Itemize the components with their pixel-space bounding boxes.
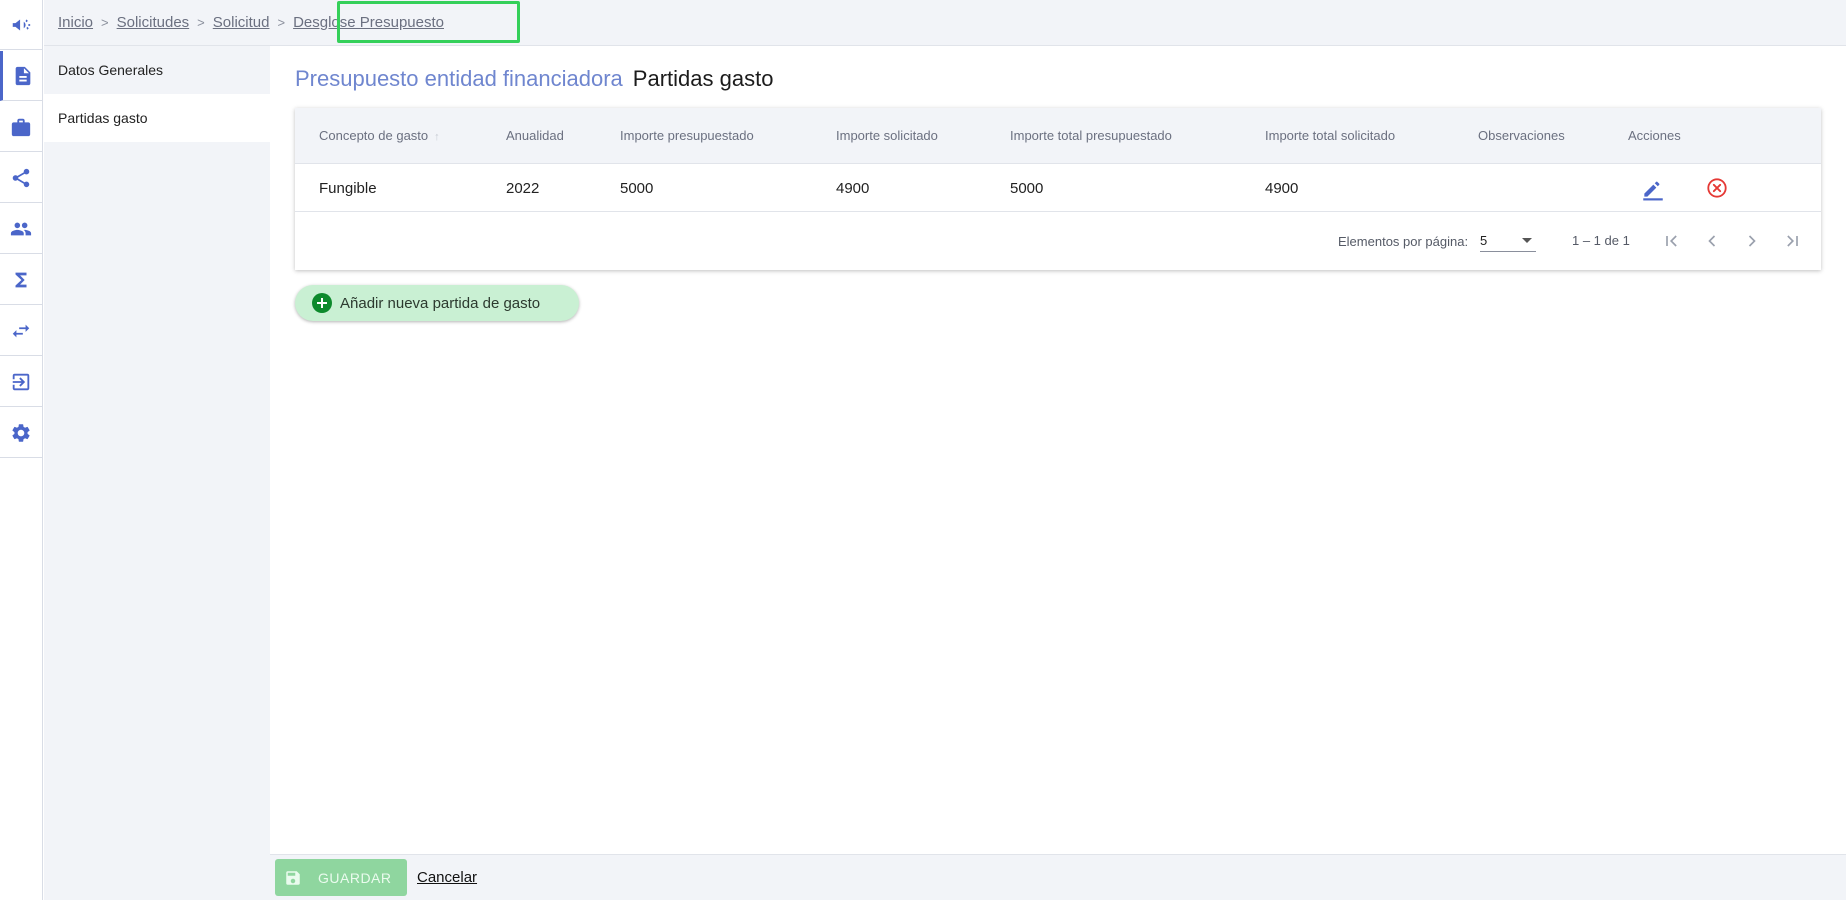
close-circle-icon [1707,178,1727,198]
people-icon [10,222,32,235]
column-header-concepto[interactable]: Concepto de gasto ↑ [319,128,440,143]
chevron-right-icon: > [101,15,109,30]
rail-item-announcements[interactable] [0,0,42,50]
section-nav: Datos Generales Partidas gasto [44,46,270,900]
document-icon [15,66,30,85]
nav-item-datos-generales[interactable]: Datos Generales [44,46,270,94]
rail-item-settings[interactable] [0,408,42,458]
column-header-total-solicitado: Importe total solicitado [1265,128,1396,143]
column-header-anualidad: Anualidad [506,128,564,143]
column-header-importe-presupuestado: Importe presupuestado [620,128,754,143]
column-header-total-presupuestado: Importe total presupuestado [1010,128,1172,143]
previous-page-button[interactable] [1700,229,1724,253]
swap-arrows-icon [12,324,30,337]
first-page-icon [1666,235,1677,247]
partidas-table: Concepto de gasto ↑ Anualidad Importe pre… [295,108,1821,270]
dropdown-arrow-icon [1522,238,1532,243]
sort-arrow-icon: ↑ [434,131,440,143]
edit-button[interactable] [1639,174,1667,202]
main-content: Presupuesto entidad financiadora Partida… [270,46,1846,854]
rail-item-logout[interactable] [0,357,42,407]
rail-item-documents[interactable] [0,51,42,101]
breadcrumb-solicitud[interactable]: Solicitud [213,14,270,31]
table-row: Fungible 2022 5000 4900 5000 4900 [295,164,1821,212]
delete-button[interactable] [1703,174,1731,202]
cell-total-solicitado: 4900 [1265,180,1299,197]
cell-concepto: Fungible [319,180,377,197]
megaphone-icon [12,19,31,30]
cancel-link[interactable]: Cancelar [417,869,477,886]
rail-item-people[interactable] [0,204,42,254]
save-button[interactable]: GUARDAR [275,859,407,896]
next-page-button[interactable] [1740,229,1764,253]
footer-bar: GUARDAR Cancelar [270,854,1846,900]
pencil-icon [1643,181,1663,201]
column-header-importe-solicitado: Importe solicitado [836,128,938,143]
add-partida-label: Añadir nueva partida de gasto [340,294,541,312]
items-per-page-label: Elementos por página: [1338,234,1469,249]
chevron-right-icon: > [197,15,205,30]
breadcrumb-inicio[interactable]: Inicio [58,14,93,31]
chevron-left-icon [1708,235,1716,247]
share-icon [12,168,30,187]
chevron-right-icon: > [277,15,286,30]
column-header-acciones: Acciones [1628,128,1681,143]
chevron-right-icon [1748,235,1756,247]
gear-icon [12,423,30,442]
nav-item-partidas-gasto[interactable]: Partidas gasto [44,94,270,142]
sigma-icon [15,272,27,287]
rail-item-transfers[interactable] [0,306,42,356]
paginator: Elementos por página: 5 1 – 1 de 1 [295,213,1821,269]
cell-importe-presupuestado: 5000 [620,180,654,197]
save-icon [286,870,300,885]
first-page-button[interactable] [1660,229,1684,253]
save-label: GUARDAR [318,869,392,886]
highlight-box [337,1,520,43]
cell-anualidad: 2022 [506,180,540,197]
cell-total-presupuestado: 5000 [1010,180,1044,197]
page-range-label: 1 – 1 de 1 [1572,233,1630,248]
items-per-page-select[interactable]: 5 [1480,228,1536,252]
add-partida-button[interactable]: Añadir nueva partida de gasto [295,285,579,321]
rail-item-projects[interactable] [0,102,42,152]
column-header-observaciones: Observaciones [1478,128,1565,143]
page-title: Presupuesto entidad financiadora Partida… [295,66,773,92]
last-page-icon [1787,235,1798,247]
cell-importe-solicitado: 4900 [836,180,870,197]
last-page-button[interactable] [1780,229,1804,253]
rail-item-sum[interactable] [0,255,42,305]
logout-icon [12,373,30,390]
table-header: Concepto de gasto ↑ Anualidad Importe pre… [295,108,1821,164]
breadcrumb-solicitudes[interactable]: Solicitudes [117,14,190,31]
page-title-suffix: Partidas gasto [632,66,774,91]
top-bar: Inicio > Solicitudes > Solicitud > Desgl… [44,0,1846,46]
page-title-prefix: Presupuesto entidad financiadora [295,66,623,91]
briefcase-icon [11,118,31,136]
icon-rail [0,0,43,900]
items-per-page-value: 5 [1480,233,1488,248]
add-circle-icon [312,293,332,313]
rail-item-share[interactable] [0,153,42,203]
